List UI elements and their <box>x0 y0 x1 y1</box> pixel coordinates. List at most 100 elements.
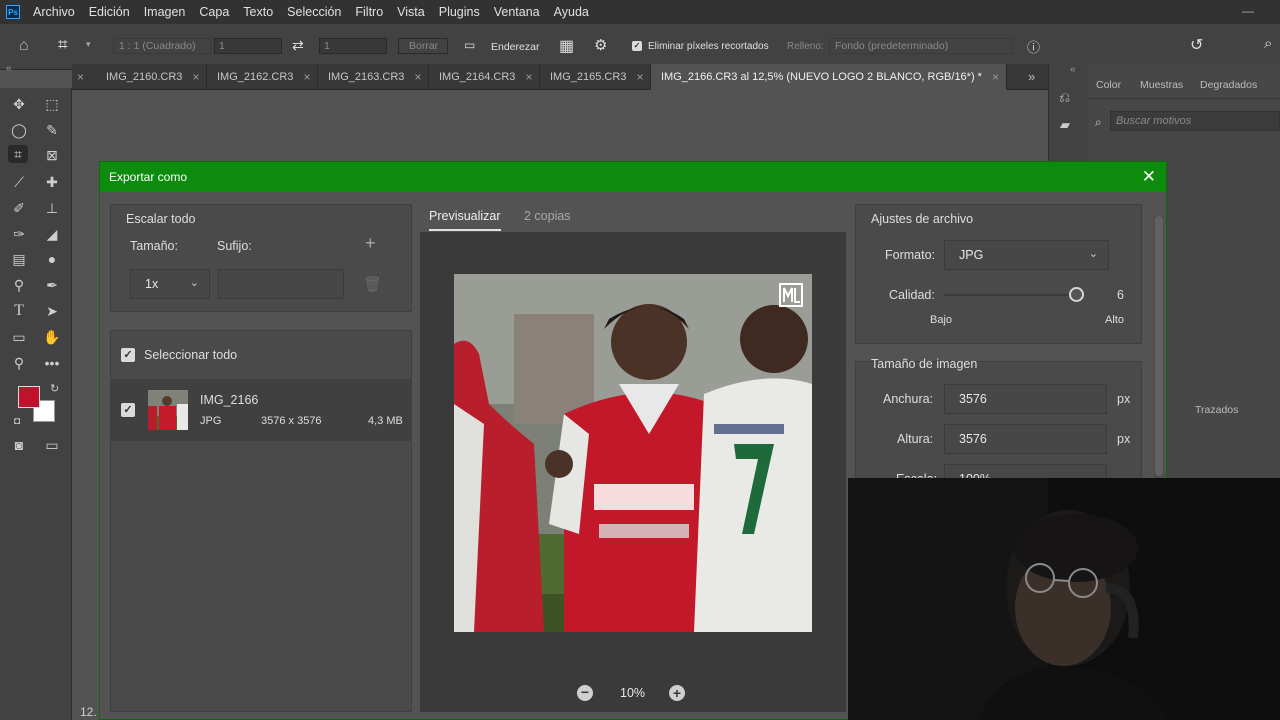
menu-ventana[interactable]: Ventana <box>494 5 540 19</box>
tab-color[interactable]: Color <box>1096 79 1121 91</box>
swap-colors-icon[interactable]: ↻ <box>50 382 59 395</box>
more-tools-icon[interactable]: ••• <box>42 354 62 372</box>
lasso-tool-icon[interactable]: ◯ <box>9 121 29 139</box>
swap-icon[interactable]: ⇄ <box>292 37 304 54</box>
info-icon[interactable]: ⓘ <box>1027 37 1040 56</box>
tab-img-2163[interactable]: IMG_2163.CR3 × <box>318 64 429 90</box>
tab-swatches[interactable]: Muestras <box>1140 79 1183 91</box>
fill-select[interactable]: Fondo (predeterminado) <box>829 38 1013 54</box>
history-panel-icon[interactable]: ⎌ <box>1059 89 1070 106</box>
trash-icon[interactable]: 🗑 <box>363 275 382 293</box>
quality-slider-handle[interactable] <box>1069 287 1084 302</box>
menu-edicion[interactable]: Edición <box>89 5 130 19</box>
screen-mode-icon[interactable]: ▭ <box>42 436 62 454</box>
crop-tool-icon[interactable]: ⌗ <box>58 35 68 55</box>
move-tool-icon[interactable]: ✥ <box>9 95 29 113</box>
grid-overlay-icon[interactable]: ▦ <box>559 36 574 56</box>
minimize-icon[interactable]: — <box>1242 4 1254 18</box>
eyedropper-tool-icon[interactable]: ⟋ <box>9 173 29 191</box>
clear-button[interactable]: Borrar <box>398 38 448 54</box>
crop-width-input[interactable]: 1 <box>214 38 282 54</box>
comments-panel-icon[interactable]: ▰ <box>1060 117 1070 133</box>
menu-plugins[interactable]: Plugins <box>439 5 480 19</box>
frame-tool-icon[interactable]: ⊠ <box>42 146 62 164</box>
tab-paths[interactable]: Trazados <box>1195 404 1238 416</box>
tab-img-2165[interactable]: IMG_2165.CR3 × <box>540 64 651 90</box>
scrollbar-thumb[interactable] <box>1155 216 1163 476</box>
tab-preview[interactable]: Previsualizar <box>429 209 501 223</box>
hand-tool-icon[interactable]: ✋ <box>42 328 62 346</box>
menu-ayuda[interactable]: Ayuda <box>554 5 589 19</box>
stamp-tool-icon[interactable]: ⊥ <box>42 199 62 217</box>
pattern-search-input[interactable]: Buscar motivos <box>1110 111 1280 131</box>
crop-tool-icon[interactable]: ⌗ <box>8 145 28 163</box>
menu-seleccion[interactable]: Selección <box>287 5 341 19</box>
history-brush-tool-icon[interactable]: ✑ <box>9 225 29 243</box>
marquee-tool-icon[interactable]: ⬚ <box>42 95 62 113</box>
width-label: Anchura: <box>883 392 934 406</box>
close-icon[interactable]: × <box>192 70 199 84</box>
list-item[interactable]: ✓ IMG_2166 JPG 3576 x 3576 4,3 MB <box>111 379 411 441</box>
menu-capa[interactable]: Capa <box>199 5 229 19</box>
delete-cropped-checkbox[interactable]: ✓ <box>632 41 642 51</box>
quick-mask-icon[interactable]: ◙ <box>9 436 29 454</box>
zoom-tool-icon[interactable]: ⚲ <box>9 354 29 372</box>
tab-gradients[interactable]: Degradados <box>1200 79 1257 91</box>
quick-select-tool-icon[interactable]: ✎ <box>42 121 62 139</box>
scale-select[interactable]: 1x ⌄ <box>130 269 210 299</box>
preview-canvas[interactable]: − 10% + <box>420 232 846 712</box>
collapse-left-icon[interactable]: « <box>6 63 12 74</box>
type-tool-icon[interactable]: T <box>9 302 29 320</box>
straighten-button[interactable]: Enderezar <box>491 41 539 53</box>
rectangle-tool-icon[interactable]: ▭ <box>9 328 29 346</box>
ratio-select[interactable]: 1 : 1 (Cuadrado) <box>113 38 211 54</box>
brush-tool-icon[interactable]: ✐ <box>9 199 29 217</box>
tab-img-2160[interactable]: IMG_2160.CR3 × <box>96 64 207 90</box>
tab-img-2162[interactable]: IMG_2162.CR3 × <box>207 64 318 90</box>
close-icon[interactable]: × <box>636 70 643 84</box>
pen-tool-icon[interactable]: ✒ <box>42 276 62 294</box>
reset-icon[interactable]: ↺ <box>1190 35 1203 55</box>
default-colors-icon[interactable]: ◘ <box>14 416 20 427</box>
straighten-icon[interactable]: ▭ <box>464 38 475 52</box>
tab-img-2166[interactable]: IMG_2166.CR3 al 12,5% (NUEVO LOGO 2 BLAN… <box>651 64 1007 90</box>
menu-archivo[interactable]: Archivo <box>33 5 75 19</box>
tab-copies[interactable]: 2 copias <box>524 209 571 223</box>
zoom-out-button[interactable]: − <box>577 685 593 701</box>
eraser-tool-icon[interactable]: ◢ <box>42 225 62 243</box>
tab-img-2164[interactable]: IMG_2164.CR3 × <box>429 64 540 90</box>
close-icon[interactable]: × <box>414 70 421 84</box>
home-icon[interactable]: ⌂ <box>19 37 29 55</box>
quality-slider[interactable] <box>944 294 1080 296</box>
file-checkbox[interactable]: ✓ <box>121 403 135 417</box>
suffix-input[interactable] <box>218 269 344 299</box>
menu-imagen[interactable]: Imagen <box>144 5 186 19</box>
gear-icon[interactable]: ⚙ <box>594 36 607 54</box>
height-input[interactable]: 3576 <box>944 424 1107 454</box>
select-all-checkbox[interactable]: ✓ <box>121 348 135 362</box>
crop-height-input[interactable]: 1 <box>319 38 387 54</box>
close-icon[interactable]: × <box>992 70 999 84</box>
chevron-down-icon[interactable]: ▾ <box>86 39 91 50</box>
menu-vista[interactable]: Vista <box>397 5 425 19</box>
close-icon[interactable]: ✕ <box>1142 167 1156 187</box>
close-icon[interactable]: × <box>77 70 84 84</box>
healing-brush-tool-icon[interactable]: ✚ <box>42 173 62 191</box>
gradient-tool-icon[interactable]: ▤ <box>9 250 29 268</box>
search-icon[interactable]: ⌕ <box>1264 35 1272 52</box>
format-select[interactable]: JPG ⌄ <box>944 240 1109 270</box>
menu-filtro[interactable]: Filtro <box>355 5 383 19</box>
more-tabs-icon[interactable]: » <box>1028 69 1035 84</box>
path-select-tool-icon[interactable]: ➤ <box>42 302 62 320</box>
close-icon[interactable]: × <box>525 70 532 84</box>
settings-scrollbar[interactable] <box>1154 216 1164 478</box>
close-icon[interactable]: × <box>303 70 310 84</box>
blur-tool-icon[interactable]: ● <box>42 250 62 268</box>
collapse-right-icon[interactable]: « <box>1070 64 1076 75</box>
foreground-color-swatch[interactable] <box>18 386 40 408</box>
add-scale-icon[interactable]: + <box>365 233 376 254</box>
menu-texto[interactable]: Texto <box>243 5 273 19</box>
zoom-in-button[interactable]: + <box>669 685 685 701</box>
width-input[interactable]: 3576 <box>944 384 1107 414</box>
dodge-tool-icon[interactable]: ⚲ <box>9 276 29 294</box>
